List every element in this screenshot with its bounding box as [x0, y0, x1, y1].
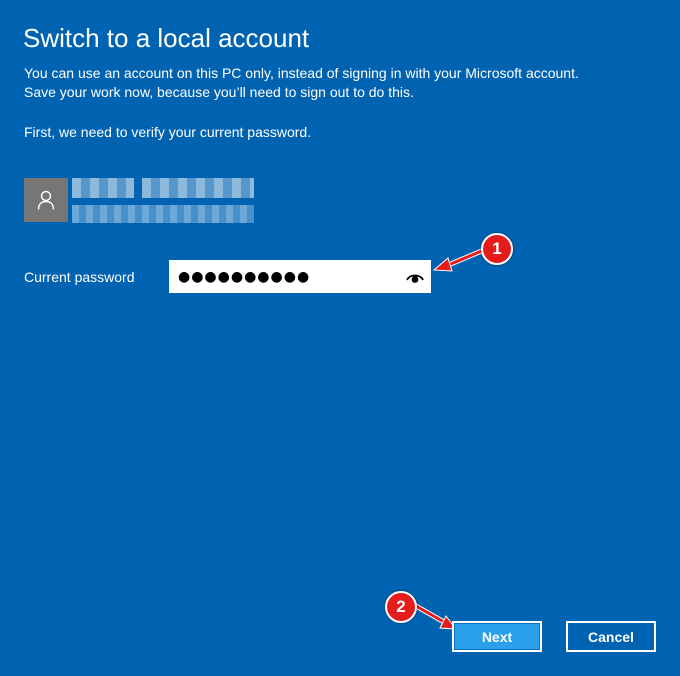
current-password-field[interactable]: [169, 260, 431, 293]
current-password-input[interactable]: [178, 265, 394, 289]
description-line-1: You can use an account on this PC only, …: [24, 65, 579, 81]
description: You can use an account on this PC only, …: [24, 64, 664, 102]
redacted-account-email: [72, 205, 254, 223]
step-1-marker: 1: [481, 233, 513, 265]
page-title: Switch to a local account: [23, 23, 310, 53]
avatar: [24, 178, 68, 222]
description-line-2: Save your work now, because you’ll need …: [24, 84, 414, 100]
current-password-label: Current password: [24, 269, 135, 285]
redacted-account-name-last: [142, 178, 254, 198]
redacted-account-name-first: [72, 178, 134, 198]
step-2-marker: 2: [385, 591, 417, 623]
user-icon: [37, 190, 55, 210]
cancel-button[interactable]: Cancel: [566, 621, 656, 652]
next-button[interactable]: Next: [452, 621, 542, 652]
verify-instruction: First, we need to verify your current pa…: [24, 124, 312, 140]
eye-icon[interactable]: [406, 270, 424, 284]
